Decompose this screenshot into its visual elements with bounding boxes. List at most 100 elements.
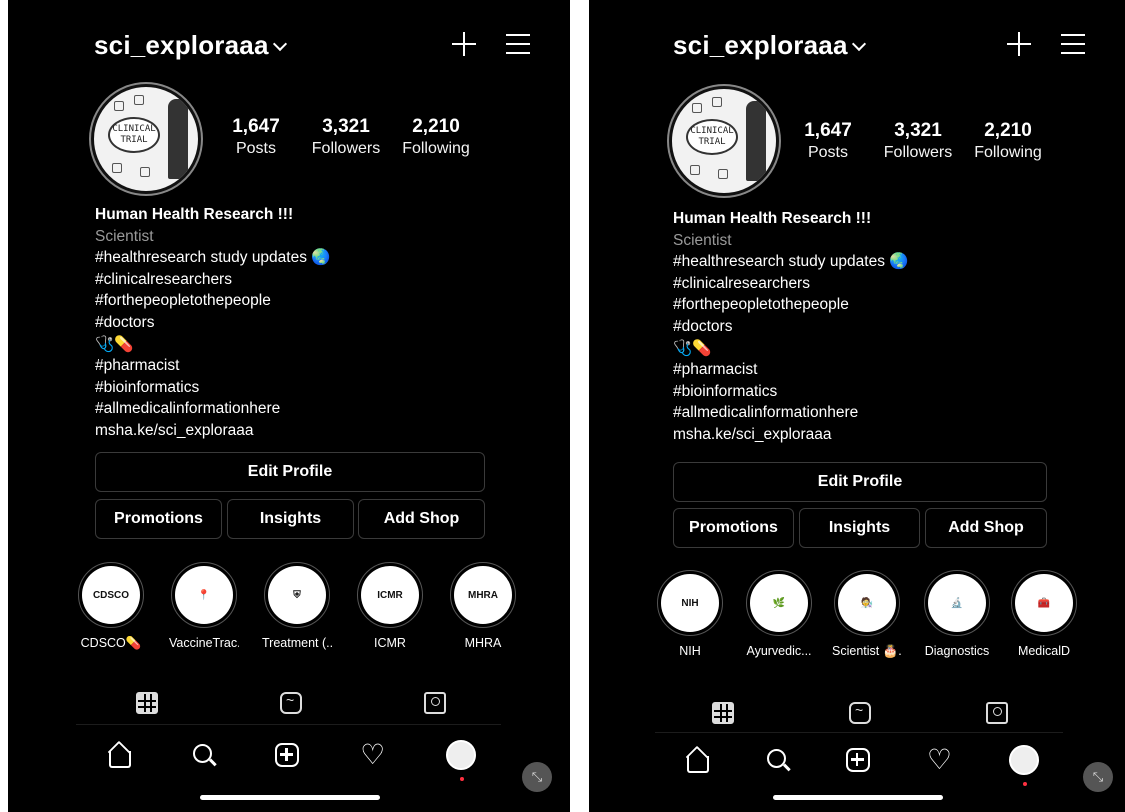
display-name: Human Health Research !!! [673,210,872,227]
highlight-item[interactable]: 📍VaccineTrac... [169,562,239,650]
display-name: Human Health Research !!! [95,206,294,223]
highlight-item[interactable]: 🔬 Diagnostics [922,570,992,658]
menu-icon[interactable] [1061,34,1085,54]
heart-icon[interactable]: ♡ [360,741,385,769]
profile-category: Scientist [95,227,154,245]
highlight-cover: ICMR [361,566,419,624]
home-indicator [200,795,380,800]
tab-divider [655,732,1063,733]
avatar-figure [168,99,188,179]
avatar-caption: CLINICAL TRIAL [686,119,738,155]
notification-dot [459,777,464,781]
bio-line: #doctors [673,317,733,335]
add-shop-button[interactable]: Add Shop [925,508,1047,548]
search-icon[interactable] [766,749,789,771]
highlight-item[interactable]: ICMR ICMR [355,562,425,650]
tagged-icon[interactable] [986,702,1008,724]
profile-avatar[interactable]: CLINICAL TRIAL [669,86,779,196]
chevron-down-icon[interactable] [851,36,866,52]
bio-line: #forthepeopletothepeople [95,292,271,310]
bio-line: #bioinformatics [95,378,200,396]
plus-icon[interactable] [452,32,476,56]
profile-tab-avatar[interactable] [445,740,476,781]
grid-icon[interactable] [136,692,158,714]
bio-link[interactable]: msha.ke/sci_exploraaa [673,424,909,446]
new-post-icon[interactable] [275,743,300,767]
stat-posts[interactable]: 1,647 Posts [211,116,301,158]
highlight-item[interactable]: NIH NIH [655,570,725,658]
profile-header: sci_exploraaa [94,30,530,70]
stat-following[interactable]: 2,210 Following [391,116,481,158]
profile-tabs [136,692,446,714]
bio-line: #allmedicalinformationhere [95,400,281,418]
highlight-cover: 🧑‍🔬 [838,574,896,632]
bio-line: 🩺💊 [673,339,712,357]
new-post-icon[interactable] [845,748,870,772]
highlight-cover: 🌿 [750,574,808,632]
home-icon[interactable] [684,748,710,773]
highlight-item[interactable]: ⛨ Treatment (... [262,562,332,650]
profile-tabs [712,702,1008,724]
username-switcher[interactable]: sci_exploraaa [673,30,848,60]
highlight-item[interactable]: CDSCO CDSCO💊 [76,562,146,651]
profile-stats: 1,647 Posts 3,321 Followers 2,210 Following [211,116,481,158]
edit-profile-button[interactable]: Edit Profile [673,462,1047,502]
home-indicator [773,795,943,800]
home-icon[interactable] [106,743,132,768]
bio-line: #pharmacist [95,357,180,375]
bio-line: #doctors [95,313,155,331]
profile-bio: Human Health Research !!! Scientist #hea… [95,204,331,442]
highlight-cover: MHRA [454,566,512,624]
profile-tab-avatar[interactable] [1008,745,1039,786]
bio-line: #pharmacist [673,361,758,379]
search-icon[interactable] [192,744,215,766]
grid-icon[interactable] [712,702,734,724]
plus-icon[interactable] [1007,32,1031,56]
insights-button[interactable]: Insights [799,508,920,548]
edit-profile-button[interactable]: Edit Profile [95,452,485,492]
profile-stats: 1,647 Posts 3,321 Followers 2,210 Following [783,120,1053,162]
insights-button[interactable]: Insights [227,499,354,539]
highlight-cover: 📍 [175,566,233,624]
collapse-icon[interactable]: ⤡ [1083,762,1113,792]
menu-icon[interactable] [506,34,530,54]
bio-link[interactable]: msha.ke/sci_exploraaa [95,420,331,442]
bio-line: #forthepeopletothepeople [673,296,849,314]
add-shop-button[interactable]: Add Shop [358,499,485,539]
heart-icon[interactable]: ♡ [927,746,952,774]
stat-followers[interactable]: 3,321 Followers [301,116,391,158]
stat-following[interactable]: 2,210 Following [963,120,1053,162]
chevron-down-icon[interactable] [272,36,287,52]
phone-screen-right: sci_exploraaa CLINICAL TRIAL 1,647 Posts … [589,0,1125,812]
highlight-item[interactable]: 🧰 MedicalD [1009,570,1079,658]
highlight-item[interactable]: 🧑‍🔬 Scientist 🎂... [832,570,902,659]
stat-posts[interactable]: 1,647 Posts [783,120,873,162]
bottom-nav: ♡ [684,745,1039,786]
avatar-caption: CLINICAL TRIAL [108,117,160,153]
bio-line: #clinicalresearchers [673,274,810,292]
collapse-icon[interactable]: ⤡ [522,762,552,792]
username-switcher[interactable]: sci_exploraaa [94,30,269,60]
profile-bio: Human Health Research !!! Scientist #hea… [673,208,909,446]
highlight-cover: CDSCO [82,566,140,624]
highlight-cover: 🔬 [928,574,986,632]
bio-line: #healthresearch study updates 🌏 [673,253,909,271]
highlight-cover: NIH [661,574,719,632]
profile-avatar[interactable]: CLINICAL TRIAL [91,84,201,194]
bottom-nav: ♡ [106,740,476,781]
notification-dot [1022,782,1027,786]
profile-category: Scientist [673,231,732,249]
promotions-button[interactable]: Promotions [673,508,794,548]
bio-line: #healthresearch study updates 🌏 [95,249,331,267]
igtv-icon[interactable] [849,702,871,724]
highlight-item[interactable]: MHRA MHRA [448,562,518,650]
tab-divider [76,724,501,725]
igtv-icon[interactable] [280,692,302,714]
promotions-button[interactable]: Promotions [95,499,222,539]
bio-line: #clinicalresearchers [95,270,232,288]
highlight-item[interactable]: 🌿 Ayurvedic... [744,570,814,658]
profile-header: sci_exploraaa [673,30,1085,70]
tagged-icon[interactable] [424,692,446,714]
stat-followers[interactable]: 3,321 Followers [873,120,963,162]
highlight-cover: 🧰 [1015,574,1073,632]
